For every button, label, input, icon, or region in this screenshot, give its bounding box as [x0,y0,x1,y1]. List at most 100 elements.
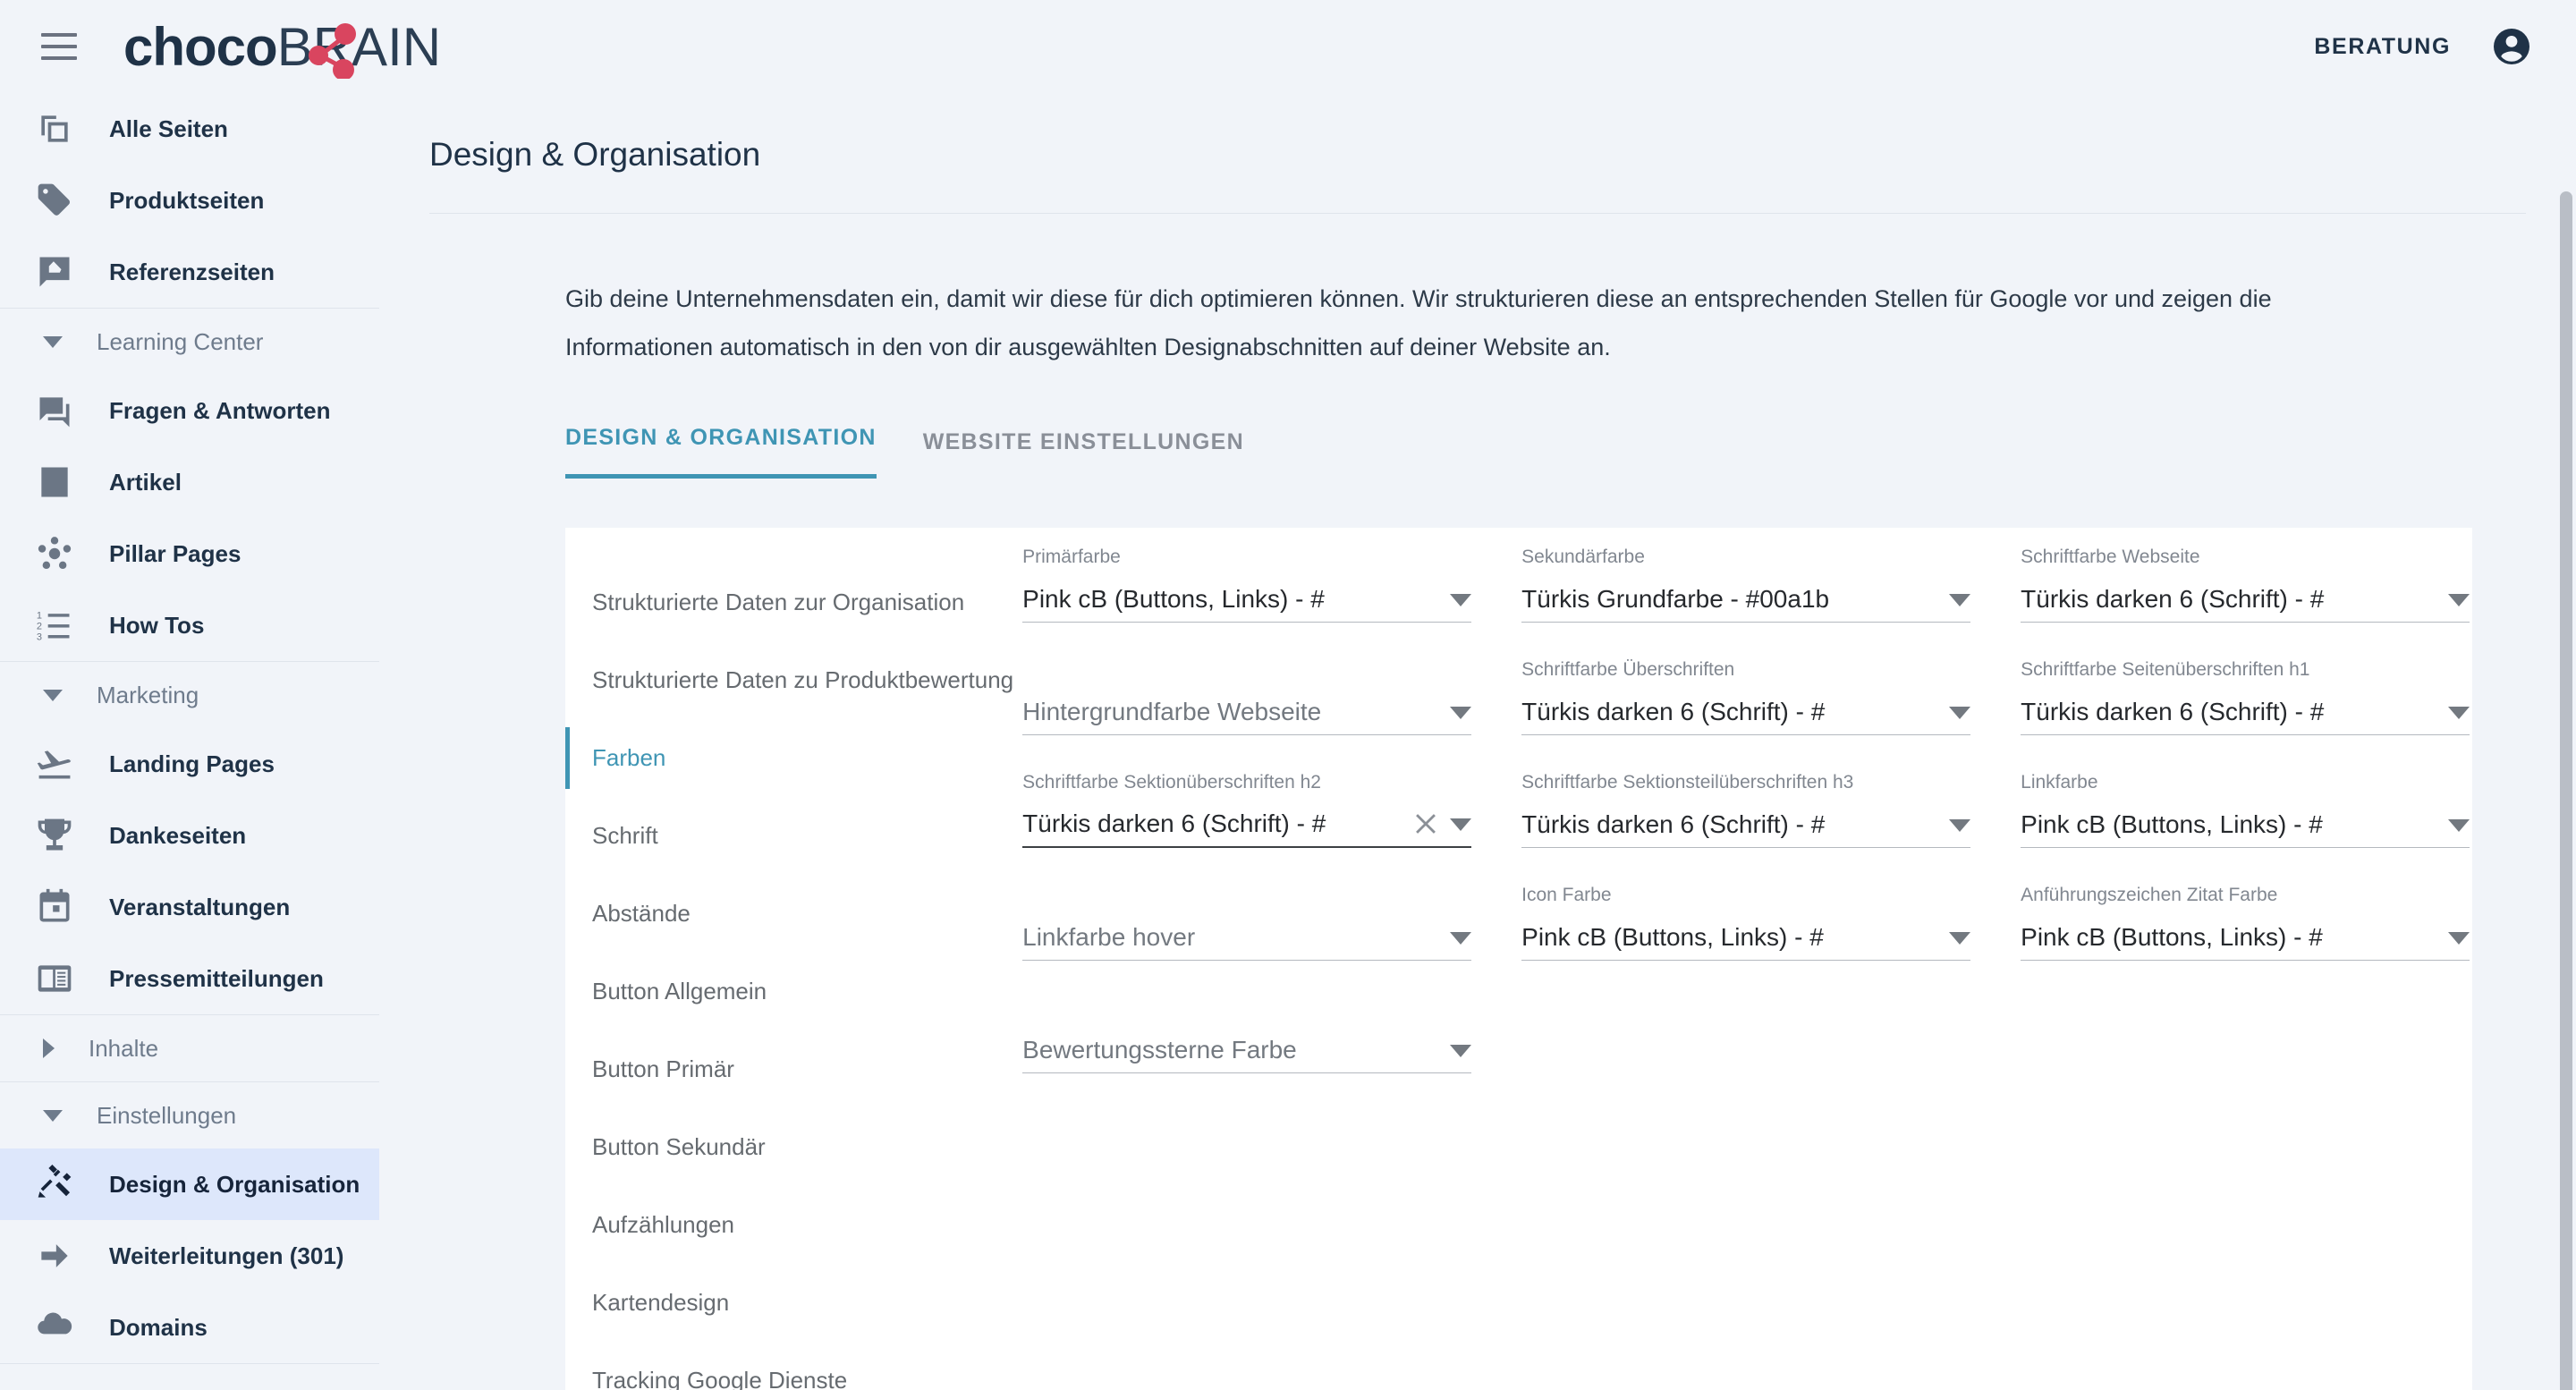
field-control[interactable]: Bewertungssterne Farbe [1022,1021,1472,1073]
field-label: Schriftfarbe Sektionüberschriften h2 [1022,772,1321,792]
chevron-down-icon[interactable] [1450,707,1472,719]
sidebar-item-dankeseiten[interactable]: Dankeseiten [0,800,379,871]
chevron-down-icon[interactable] [1949,819,1971,832]
select-schriftfarbe-webseite[interactable]: Schriftfarbe Webseite Türkis darken 6 (Sc… [2021,544,2470,657]
sidebar-item-pillar-pages[interactable]: Pillar Pages [0,518,379,589]
field-control[interactable]: Pink cB (Buttons, Links) - # [1022,571,1472,623]
article-icon [34,462,75,503]
card-section-button-sekundär[interactable]: Button Sekundär [565,1108,1013,1186]
chevron-down-icon[interactable] [2448,594,2470,606]
select-anführungszeichen-zitat-farbe[interactable]: Anführungszeichen Zitat Farbe Pink cB (Bu… [2021,882,2470,995]
field-row: Schriftfarbe Sektionüberschriften h2 Türk… [1013,769,2520,882]
sidebar-item-label: Pressemitteilungen [109,964,324,992]
tag-icon [34,180,75,221]
select-primärfarbe[interactable]: Primärfarbe Pink cB (Buttons, Links) - # [1022,544,1472,657]
sidebar-item-label: Alle Seiten [109,114,228,142]
field-control[interactable]: Hintergrundfarbe Webseite [1022,683,1472,735]
sidebar-item-label: Artikel [109,468,182,496]
sidebar-item-produktseiten[interactable]: Produktseiten [0,165,379,236]
card-section-schrift[interactable]: Schrift [565,797,1013,875]
sidebar-item-design-organisation[interactable]: Design & Organisation [0,1148,379,1220]
sidebar-item-domains[interactable]: Domains [0,1292,379,1363]
chevron-down-icon[interactable] [1450,932,1472,945]
sidebar-group-einstellungen[interactable]: Einstellungen [0,1082,379,1148]
chevron-down-icon[interactable] [2448,932,2470,945]
chevron-down-icon[interactable] [2448,819,2470,832]
chevron-down-icon[interactable] [1450,1045,1472,1057]
field-control[interactable]: Linkfarbe hover [1022,909,1472,961]
pages-icon [34,108,75,149]
sidebar-item-alle-seiten[interactable]: Alle Seiten [0,93,379,165]
main-scrollbar-thumb[interactable] [2560,191,2572,1390]
chevron-down-icon[interactable] [1949,932,1971,945]
sidebar-item-weiterleitungen-301[interactable]: Weiterleitungen (301) [0,1220,379,1292]
card-section-button-primär[interactable]: Button Primär [565,1030,1013,1108]
sidebar-group-marketing[interactable]: Marketing [0,662,379,728]
chevron-down-icon[interactable] [1450,818,1472,831]
field-label: Anführungszeichen Zitat Farbe [2021,885,2278,905]
sidebar-group-learning-center[interactable]: Learning Center [0,309,379,375]
field-value: Pink cB (Buttons, Links) - # [2021,923,2323,951]
select-linkfarbe-hover[interactable]: Linkfarbe hover [1022,882,1472,995]
field-control[interactable]: Türkis darken 6 (Schrift) - # [2021,571,2470,623]
select-schriftfarbe-überschriften[interactable]: Schriftfarbe Überschriften Türkis darken … [1521,657,1971,769]
card-section-strukturierte-daten-zu-produktbewertung[interactable]: Strukturierte Daten zu Produktbewertung [565,641,1013,719]
select-icon-farbe[interactable]: Icon Farbe Pink cB (Buttons, Links) - # [1521,882,1971,995]
flight-land-icon [37,750,72,779]
select-bewertungssterne-farbe[interactable]: Bewertungssterne Farbe [1022,995,1472,1107]
sidebar-item-fragen-antworten[interactable]: Fragen & Antworten [0,375,379,446]
sidebar-item-referenzseiten[interactable]: Referenzseiten [0,236,379,308]
field-control[interactable]: Pink cB (Buttons, Links) - # [2021,909,2470,961]
field-control[interactable]: Pink cB (Buttons, Links) - # [2021,796,2470,848]
trophy-icon [38,818,72,851]
sidebar-item-pressemitteilungen[interactable]: Pressemitteilungen [0,943,379,1014]
clear-icon[interactable] [1411,809,1441,839]
select-schriftfarbe-sektionsteilüberschriften-h3[interactable]: Schriftfarbe Sektionsteilüberschriften h… [1521,769,1971,882]
hamburger-icon[interactable] [41,33,77,60]
field-label: Icon Farbe [1521,885,1612,905]
numbered-list-icon: 123 [34,605,75,646]
arrow-right-icon [41,1244,68,1267]
chevron-right-icon [43,1038,55,1058]
card-section-tracking-google-dienste[interactable]: Tracking Google Dienste [565,1342,1013,1390]
select-schriftfarbe-sektionüberschriften-h2[interactable]: Schriftfarbe Sektionüberschriften h2 Türk… [1022,769,1472,882]
field-control[interactable]: Pink cB (Buttons, Links) - # [1521,909,1971,961]
tab-design-organisation[interactable]: DESIGN & ORGANISATION [565,425,877,479]
select-linkfarbe[interactable]: Linkfarbe Pink cB (Buttons, Links) - # [2021,769,2470,882]
chevron-down-icon[interactable] [1949,707,1971,719]
chevron-down-icon[interactable] [1450,594,1472,606]
tab-website-einstellungen[interactable]: WEBSITE EINSTELLUNGEN [923,429,1244,479]
main-scrollbar[interactable] [2560,191,2572,1390]
field-control[interactable]: Türkis Grundfarbe - #00a1b [1521,571,1971,623]
field-control[interactable]: Türkis darken 6 (Schrift) - # [1521,683,1971,735]
numbered-list-icon: 123 [37,611,70,643]
card-section-aufzählungen[interactable]: Aufzählungen [565,1186,1013,1264]
sidebar-item-how-tos[interactable]: 1 2 3 How Tos [0,589,379,661]
field-label: Schriftfarbe Seitenüberschriften h1 [2021,659,2310,680]
select-hintergrundfarbe-webseite[interactable]: Hintergrundfarbe Webseite [1022,657,1472,769]
account-circle-icon[interactable] [2490,25,2533,68]
sidebar-item-landing-pages[interactable]: Landing Pages [0,728,379,800]
chevron-down-icon[interactable] [2448,707,2470,719]
card-section-button-allgemein[interactable]: Button Allgemein [565,953,1013,1030]
color-fields-panel: Primärfarbe Pink cB (Buttons, Links) - # S… [1013,528,2520,1390]
card-section-kartendesign[interactable]: Kartendesign [565,1264,1013,1342]
forum-icon [39,397,70,428]
field-control[interactable]: Türkis darken 6 (Schrift) - # [2021,683,2470,735]
select-schriftfarbe-seitenüberschriften-h1[interactable]: Schriftfarbe Seitenüberschriften h1 Türki… [2021,657,2470,769]
card-section-farben[interactable]: Farben [565,719,1013,797]
sidebar-item-label: Landing Pages [109,750,275,777]
sidebar-group-label: Inhalte [89,1034,159,1062]
brand-logo[interactable]: choco BRAIN [123,16,441,79]
chevron-down-icon[interactable] [1949,594,1971,606]
sidebar-group-inhalte[interactable]: Inhalte [0,1015,379,1081]
sidebar-item-artikel[interactable]: Artikel [0,446,379,518]
consultation-button[interactable]: BERATUNG [2314,34,2451,60]
card-section-abstände[interactable]: Abstände [565,875,1013,953]
field-control[interactable]: Türkis darken 6 (Schrift) - # [1022,796,1472,848]
select-sekundärfarbe[interactable]: Sekundärfarbe Türkis Grundfarbe - #00a1b [1521,544,1971,657]
article-icon [41,467,68,497]
field-control[interactable]: Türkis darken 6 (Schrift) - # [1521,796,1971,848]
sidebar-item-veranstaltungen[interactable]: Veranstaltungen [0,871,379,943]
card-section-strukturierte-daten-zur-organisation[interactable]: Strukturierte Daten zur Organisation [565,564,1013,641]
